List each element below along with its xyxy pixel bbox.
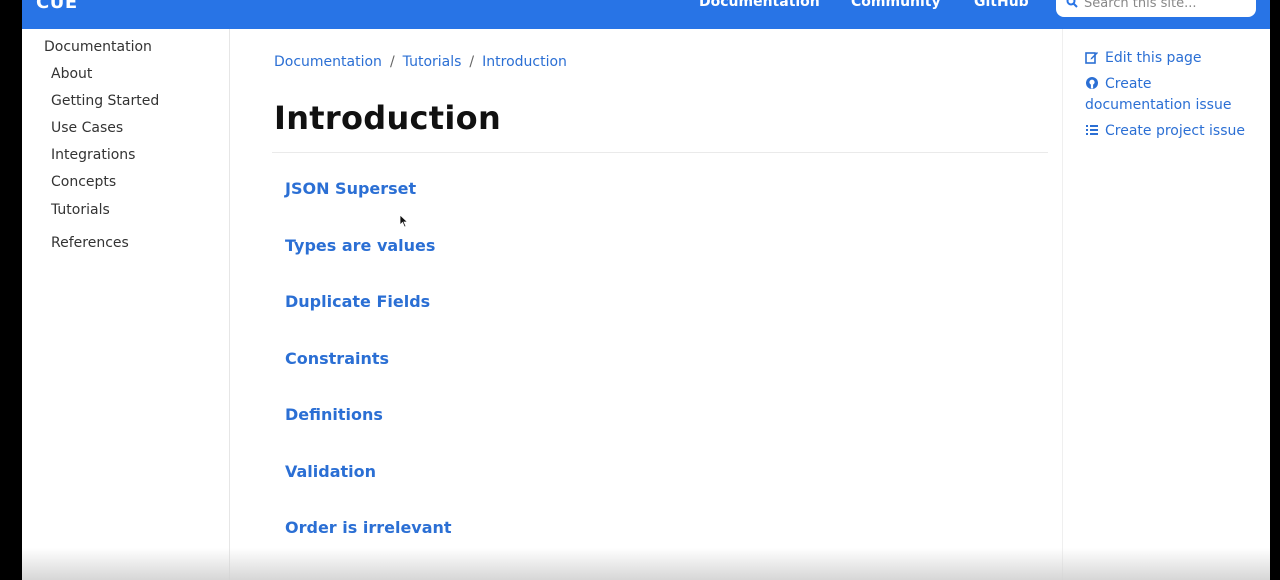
breadcrumb-introduction[interactable]: Introduction (482, 54, 567, 70)
sidebar-item-about[interactable]: About (51, 66, 92, 82)
link-duplicate-fields[interactable]: Duplicate Fields (285, 292, 430, 311)
bottom-fade-overlay (22, 548, 1270, 580)
sidebar-title-documentation[interactable]: Documentation (44, 39, 152, 55)
link-validation[interactable]: Validation (285, 462, 376, 481)
breadcrumb-separator: / (389, 54, 395, 70)
search-box[interactable] (1056, 0, 1256, 17)
link-order-is-irrelevant[interactable]: Order is irrelevant (285, 518, 452, 537)
github-icon (1086, 77, 1098, 89)
mouse-cursor-icon (399, 214, 409, 228)
sidebar-nav: Documentation About Getting Started Use … (22, 29, 230, 580)
search-icon (1066, 0, 1078, 8)
edit-page-label: Edit this page (1105, 50, 1202, 66)
link-types-are-values[interactable]: Types are values (285, 236, 435, 255)
create-project-issue-label: Create project issue (1105, 123, 1245, 139)
sidebar-item-use-cases[interactable]: Use Cases (51, 120, 123, 136)
link-definitions[interactable]: Definitions (285, 405, 383, 424)
sidebar-item-concepts[interactable]: Concepts (51, 174, 116, 190)
edit-page-link[interactable]: Edit this page (1085, 48, 1265, 69)
breadcrumb-documentation[interactable]: Documentation (274, 54, 382, 70)
edit-icon (1085, 52, 1098, 64)
nav-documentation[interactable]: Documentation (699, 0, 820, 10)
browser-page: CUE Documentation Community GitHub Docum… (22, 0, 1270, 580)
create-project-issue-link[interactable]: Create project issue (1085, 121, 1265, 142)
sidebar-item-getting-started[interactable]: Getting Started (51, 93, 159, 109)
sidebar-item-tutorials[interactable]: Tutorials (51, 202, 110, 218)
page-actions: Edit this page Create documentation issu… (1062, 29, 1270, 580)
search-input[interactable] (1084, 0, 1249, 11)
brand-logo[interactable]: CUE (36, 0, 78, 13)
sidebar-item-references[interactable]: References (51, 235, 129, 251)
nav-community[interactable]: Community (851, 0, 941, 10)
link-json-superset[interactable]: JSON Superset (285, 179, 416, 198)
page-title: Introduction (274, 99, 502, 137)
link-constraints[interactable]: Constraints (285, 349, 389, 368)
tasks-list-icon (1086, 125, 1098, 135)
title-divider (272, 152, 1048, 153)
breadcrumb-separator: / (469, 54, 475, 70)
breadcrumb: Documentation / Tutorials / Introduction (274, 54, 567, 70)
create-doc-issue-label: Create documentation issue (1085, 76, 1232, 113)
breadcrumb-tutorials[interactable]: Tutorials (403, 54, 462, 70)
nav-github[interactable]: GitHub (974, 0, 1029, 10)
create-doc-issue-link[interactable]: Create documentation issue (1085, 74, 1255, 116)
sidebar-item-integrations[interactable]: Integrations (51, 147, 135, 163)
top-navbar: CUE Documentation Community GitHub (22, 0, 1270, 29)
main-content: Documentation / Tutorials / Introduction Int… (231, 29, 1061, 580)
